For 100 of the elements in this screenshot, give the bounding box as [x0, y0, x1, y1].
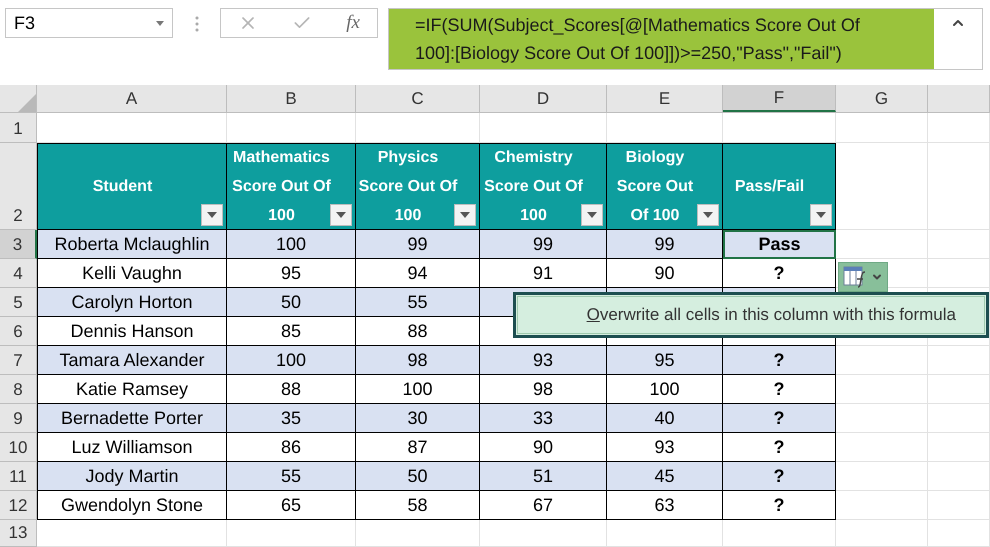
empty-cell[interactable]	[928, 346, 990, 375]
result-cell[interactable]: Pass	[723, 230, 836, 259]
column-header[interactable]: G	[874, 86, 888, 112]
caret-icon	[207, 212, 217, 218]
column-title: Physics Score Out Of 100	[358, 148, 458, 226]
column-title: Pass/Fail	[734, 177, 804, 197]
table-cell-text: 90	[654, 262, 675, 284]
result-cell[interactable]: ?	[723, 491, 836, 520]
empty-cell[interactable]	[480, 520, 607, 547]
caret-icon	[460, 212, 470, 218]
empty-cell[interactable]	[607, 520, 723, 547]
table-cell-text: 40	[654, 406, 675, 430]
filter-dropdown[interactable]	[201, 204, 223, 226]
column-title: Student	[92, 177, 152, 197]
table-cell-text: Bernadette Porter	[60, 406, 204, 430]
table-cell-text: 98	[407, 348, 428, 372]
table-cell-text: 100	[649, 378, 680, 400]
insert-function-button[interactable]: fx	[346, 8, 360, 38]
column-header[interactable]: F	[774, 84, 784, 110]
table-cell-text: Roberta Mclaughlin	[54, 232, 210, 256]
table-cell-text: 99	[654, 232, 675, 256]
table-cell-text: 100	[402, 378, 433, 400]
table-cell-text: 50	[407, 464, 428, 488]
empty-cell[interactable]	[836, 113, 928, 143]
empty-cell[interactable]	[928, 404, 990, 433]
empty-cell[interactable]	[928, 375, 990, 404]
table-cell-text: 93	[532, 348, 554, 372]
column-header[interactable]: C	[411, 86, 424, 112]
column-header[interactable]: A	[126, 86, 138, 112]
caret-icon	[336, 212, 346, 218]
table-cell-text: 58	[407, 494, 428, 516]
table-cell-text: 99	[532, 232, 554, 256]
table-cell-text: 100	[276, 232, 306, 256]
empty-cell[interactable]	[928, 143, 990, 230]
table-cell-text: Dennis Hanson	[70, 320, 194, 342]
column-title: Mathematics Score Out Of 100	[231, 148, 332, 226]
empty-cell[interactable]	[928, 113, 990, 143]
caret-icon	[816, 212, 826, 218]
empty-cell[interactable]	[836, 520, 928, 547]
result-cell[interactable]: ?	[723, 462, 836, 491]
empty-cell[interactable]	[356, 520, 480, 547]
table-cell-text: 65	[280, 494, 302, 516]
table-cell-text: 67	[532, 494, 554, 516]
filter-dropdown[interactable]	[581, 204, 603, 226]
table-cell-text: Jody Martin	[85, 464, 179, 488]
table-cell-text: 33	[532, 406, 554, 430]
result-cell[interactable]: ?	[723, 375, 836, 404]
table-cell-text: 93	[654, 436, 675, 458]
table-formula-icon	[843, 266, 867, 288]
empty-cell[interactable]	[227, 520, 356, 547]
filter-dropdown[interactable]	[810, 204, 832, 226]
result-cell[interactable]: ?	[723, 346, 836, 375]
autocorrect-menu-item[interactable]: Overwrite all cells in this column with this formula	[517, 296, 985, 334]
table-cell-text: 45	[654, 464, 675, 488]
filter-dropdown[interactable]	[454, 204, 476, 226]
table-cell-text: Tamara Alexander	[59, 348, 205, 372]
table-cell-text: 90	[532, 436, 554, 458]
filter-dropdown[interactable]	[330, 204, 352, 226]
table-cell-text: Katie Ramsey	[76, 378, 188, 401]
grip-icon	[195, 16, 199, 32]
table-cell-text: 86	[280, 436, 302, 458]
result-cell[interactable]: ?	[723, 259, 836, 288]
result-cell[interactable]: ?	[723, 404, 836, 433]
column-title: Biology Score Out Of 100	[616, 148, 694, 226]
table-cell-text: 100	[276, 348, 306, 372]
filter-dropdown[interactable]	[697, 204, 719, 226]
table-cell-text: 88	[280, 378, 302, 400]
autocorrect-options-menu[interactable]	[838, 262, 888, 292]
empty-cell[interactable]	[928, 433, 990, 462]
row-header[interactable]: 2	[13, 202, 23, 228]
caret-icon	[703, 212, 713, 218]
table-cell-text: 94	[407, 262, 428, 284]
table-cell-text: 30	[407, 406, 428, 430]
table-cell-text: 51	[532, 464, 554, 488]
table-cell-text: 95	[280, 262, 302, 284]
column-header[interactable]: E	[658, 86, 670, 112]
empty-cell[interactable]	[928, 491, 990, 520]
table-cell-text: 55	[280, 464, 302, 488]
table-cell-text: 35	[280, 406, 302, 430]
table-cell-text: Kelli Vaughn	[82, 262, 182, 285]
table-cell-text: 88	[407, 320, 428, 342]
empty-cell[interactable]	[928, 462, 990, 491]
caret-icon	[587, 212, 597, 218]
table-cell-text: 63	[654, 494, 675, 516]
table-cell-text: 98	[532, 378, 554, 400]
empty-cell[interactable]	[928, 230, 990, 259]
table-cell-text: 87	[407, 436, 428, 458]
column-title: Chemistry Score Out Of 100	[483, 148, 584, 226]
result-cell[interactable]: ?	[723, 433, 836, 462]
name-box[interactable]: F3	[5, 8, 173, 38]
table-cell-text: Luz Williamson	[71, 436, 193, 458]
table-cell-text: Gwendolyn Stone	[60, 494, 204, 517]
empty-cell[interactable]	[928, 259, 990, 288]
column-header[interactable]: B	[285, 86, 297, 112]
empty-cell[interactable]	[723, 520, 836, 547]
caret-icon	[156, 20, 164, 26]
table-cell-text: 95	[654, 348, 675, 372]
table-cell-text: 50	[280, 290, 302, 314]
column-header[interactable]: D	[536, 86, 550, 112]
empty-cell[interactable]	[928, 520, 990, 547]
